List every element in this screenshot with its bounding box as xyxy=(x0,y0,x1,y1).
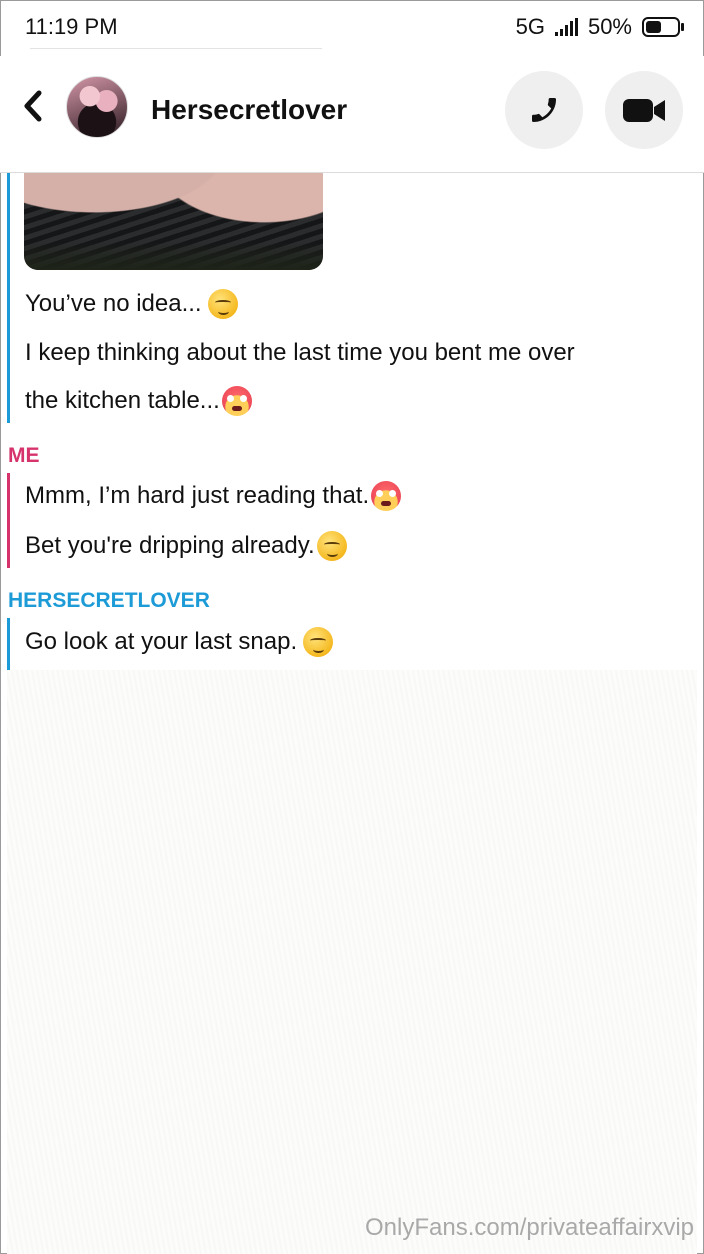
status-bar: 11:19 PM 5G 50% xyxy=(0,0,704,56)
network-type: 5G xyxy=(515,14,545,39)
faded-message-area xyxy=(7,670,697,1254)
my-message-bar xyxy=(7,473,10,568)
avatar[interactable] xyxy=(66,76,128,138)
voice-call-button[interactable] xyxy=(505,71,583,149)
message-text: Mmm, I’m hard just reading that. xyxy=(25,482,370,509)
smirk-emoji-icon xyxy=(316,531,347,561)
message-text: the kitchen table... xyxy=(25,387,220,414)
phone-icon xyxy=(532,98,556,122)
chevron-left-icon xyxy=(24,90,42,122)
video-call-button[interactable] xyxy=(605,71,683,149)
sender-label-me: ME xyxy=(8,444,40,467)
status-divider xyxy=(30,48,322,49)
message-text: I keep thinking about the last time you … xyxy=(25,339,575,366)
message-bubble: the kitchen table... xyxy=(25,386,252,416)
message-text: You’ve no idea... xyxy=(25,290,202,317)
chat-header: Hersecretlover xyxy=(0,56,704,173)
message-bubble: Mmm, I’m hard just reading that. xyxy=(25,481,402,511)
message-text: Bet you're dripping already. xyxy=(25,532,315,559)
message-bubble: You’ve no idea... xyxy=(25,289,238,319)
video-camera-icon xyxy=(623,99,665,122)
back-button[interactable] xyxy=(18,86,48,126)
message-text: Go look at your last snap. xyxy=(25,628,298,655)
message-bubble: I keep thinking about the last time you … xyxy=(25,339,575,367)
flushed-emoji-icon xyxy=(221,386,252,416)
message-bubble: Bet you're dripping already. xyxy=(25,531,347,561)
smirk-emoji-icon xyxy=(303,627,334,657)
status-indicators: 5G 50% xyxy=(515,14,684,40)
message-bubble: Go look at your last snap. xyxy=(25,627,334,657)
battery-icon xyxy=(642,17,684,37)
status-time: 11:19 PM xyxy=(25,14,118,39)
smirk-emoji-icon xyxy=(207,289,238,319)
sender-label-hersecretlover: HERSECRETLOVER xyxy=(8,589,210,612)
signal-icon xyxy=(554,18,578,36)
shared-photo[interactable] xyxy=(24,173,323,270)
flushed-emoji-icon xyxy=(371,481,402,511)
battery-percent: 50% xyxy=(587,14,632,39)
contact-name[interactable]: Hersecretlover xyxy=(151,94,347,126)
her-message-bar xyxy=(7,173,10,423)
watermark-text: OnlyFans.com/privateaffairxvip xyxy=(364,1214,694,1241)
message-list[interactable]: You’ve no idea... I keep thinking about … xyxy=(0,173,704,670)
her-message-bar xyxy=(7,618,10,670)
